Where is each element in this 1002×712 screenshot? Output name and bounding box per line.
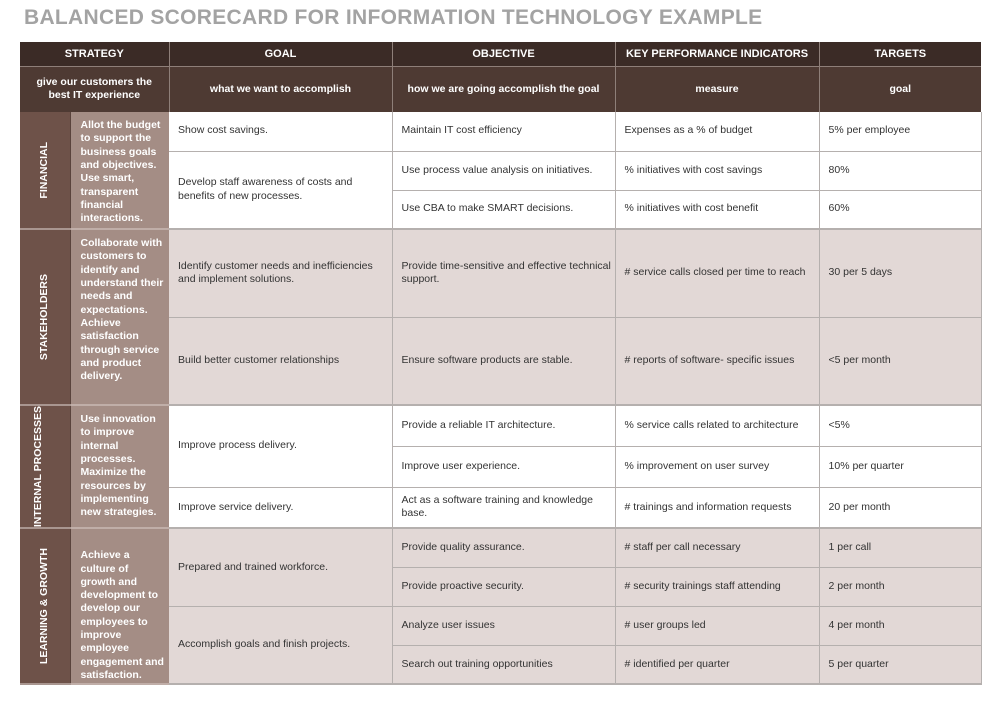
kpi-cell: % initiatives with cost savings [615,151,820,191]
objective-cell: Provide proactive security. [392,567,616,607]
subheader-kpi: measure [615,66,820,112]
header-strategy: STRATEGY [20,42,170,67]
kpi-cell: % improvement on user survey [615,446,820,488]
kpi-cell: # trainings and information requests [615,487,820,530]
subheader-row: give our customers the best IT experienc… [20,66,982,112]
target-cell: 1 per call [819,528,982,568]
objective-cell: Provide a reliable IT architecture. [392,405,616,447]
strategy-financial: Allot the budget to support the business… [70,112,170,230]
kpi-cell: % service calls related to architecture [615,405,820,447]
target-cell: <5% [819,405,982,447]
objective-cell: Act as a software training and knowledge… [392,487,616,530]
kpi-cell: % initiatives with cost benefit [615,190,820,230]
target-cell: 4 per month [819,606,982,646]
objective-cell: Analyze user issues [392,606,616,646]
header-goal: GOAL [169,42,393,67]
header-kpi: KEY PERFORMANCE INDICATORS [615,42,820,67]
subheader-objective: how we are going accomplish the goal [392,66,616,112]
goal-cell: Identify customer needs and inefficienci… [169,229,393,318]
target-cell: 80% [819,151,982,191]
kpi-cell: Expenses as a % of budget [615,112,820,152]
objective-cell: Improve user experience. [392,446,616,488]
table-row: LEARNING & GROWTH Achieve a culture of g… [20,528,982,686]
objective-cell: Use process value analysis on initiative… [392,151,616,191]
target-cell: 2 per month [819,567,982,607]
header-targets: TARGETS [819,42,982,67]
target-cell: 5% per employee [819,112,982,152]
objective-cell: Ensure software products are stable. [392,317,616,406]
objective-cell: Use CBA to make SMART decisions. [392,190,616,230]
objective-cell: Maintain IT cost efficiency [392,112,616,152]
table-row: FINANCIAL Allot the budget to support th… [20,112,982,230]
goal-cell: Build better customer relationships [169,317,393,406]
header-objective: OBJECTIVE [392,42,616,67]
scorecard-table: STRATEGY GOAL OBJECTIVE KEY PERFORMANCE … [20,42,982,686]
objective-cell: Provide time-sensitive and effective tec… [392,229,616,318]
target-cell: 5 per quarter [819,645,982,686]
perspective-stakeholders: STAKEHOLDERS [20,229,71,406]
objective-cell: Provide quality assurance. [392,528,616,568]
goal-cell: Develop staff awareness of costs and ben… [169,151,393,230]
goal-cell: Improve service delivery. [169,487,393,530]
kpi-cell: # user groups led [615,606,820,646]
perspective-financial: FINANCIAL [20,112,71,230]
target-cell: <5 per month [819,317,982,406]
subheader-goal: what we want to accomplish [169,66,393,112]
perspective-learning-growth: LEARNING & GROWTH [20,528,71,686]
strategy-internal-processes: Use innovation to improve internal proce… [70,405,170,530]
kpi-cell: # identified per quarter [615,645,820,686]
target-cell: 20 per month [819,487,982,530]
goal-cell: Show cost savings. [169,112,393,152]
kpi-cell: # staff per call necessary [615,528,820,568]
kpi-cell: # reports of software- specific issues [615,317,820,406]
strategy-stakeholders: Collaborate with customers to identify a… [70,229,170,406]
table-row: INTERNAL PROCESSES Use innovation to imp… [20,405,982,530]
perspective-internal-processes: INTERNAL PROCESSES [20,405,71,530]
target-cell: 10% per quarter [819,446,982,488]
target-cell: 30 per 5 days [819,229,982,318]
objective-cell: Search out training opportunities [392,645,616,686]
kpi-cell: # security trainings staff attending [615,567,820,607]
goal-cell: Improve process delivery. [169,405,393,488]
goal-cell: Prepared and trained workforce. [169,528,393,607]
page-title: BALANCED SCORECARD FOR INFORMATION TECHN… [24,6,763,29]
table-row: STAKEHOLDERS Collaborate with customers … [20,229,982,406]
subheader-targets: goal [819,66,982,112]
subheader-strategy: give our customers the best IT experienc… [20,66,170,112]
kpi-cell: # service calls closed per time to reach [615,229,820,318]
target-cell: 60% [819,190,982,230]
goal-cell: Accomplish goals and finish projects. [169,606,393,686]
strategy-learning-growth: Achieve a culture of growth and developm… [70,528,170,686]
header-row: STRATEGY GOAL OBJECTIVE KEY PERFORMANCE … [20,42,982,67]
